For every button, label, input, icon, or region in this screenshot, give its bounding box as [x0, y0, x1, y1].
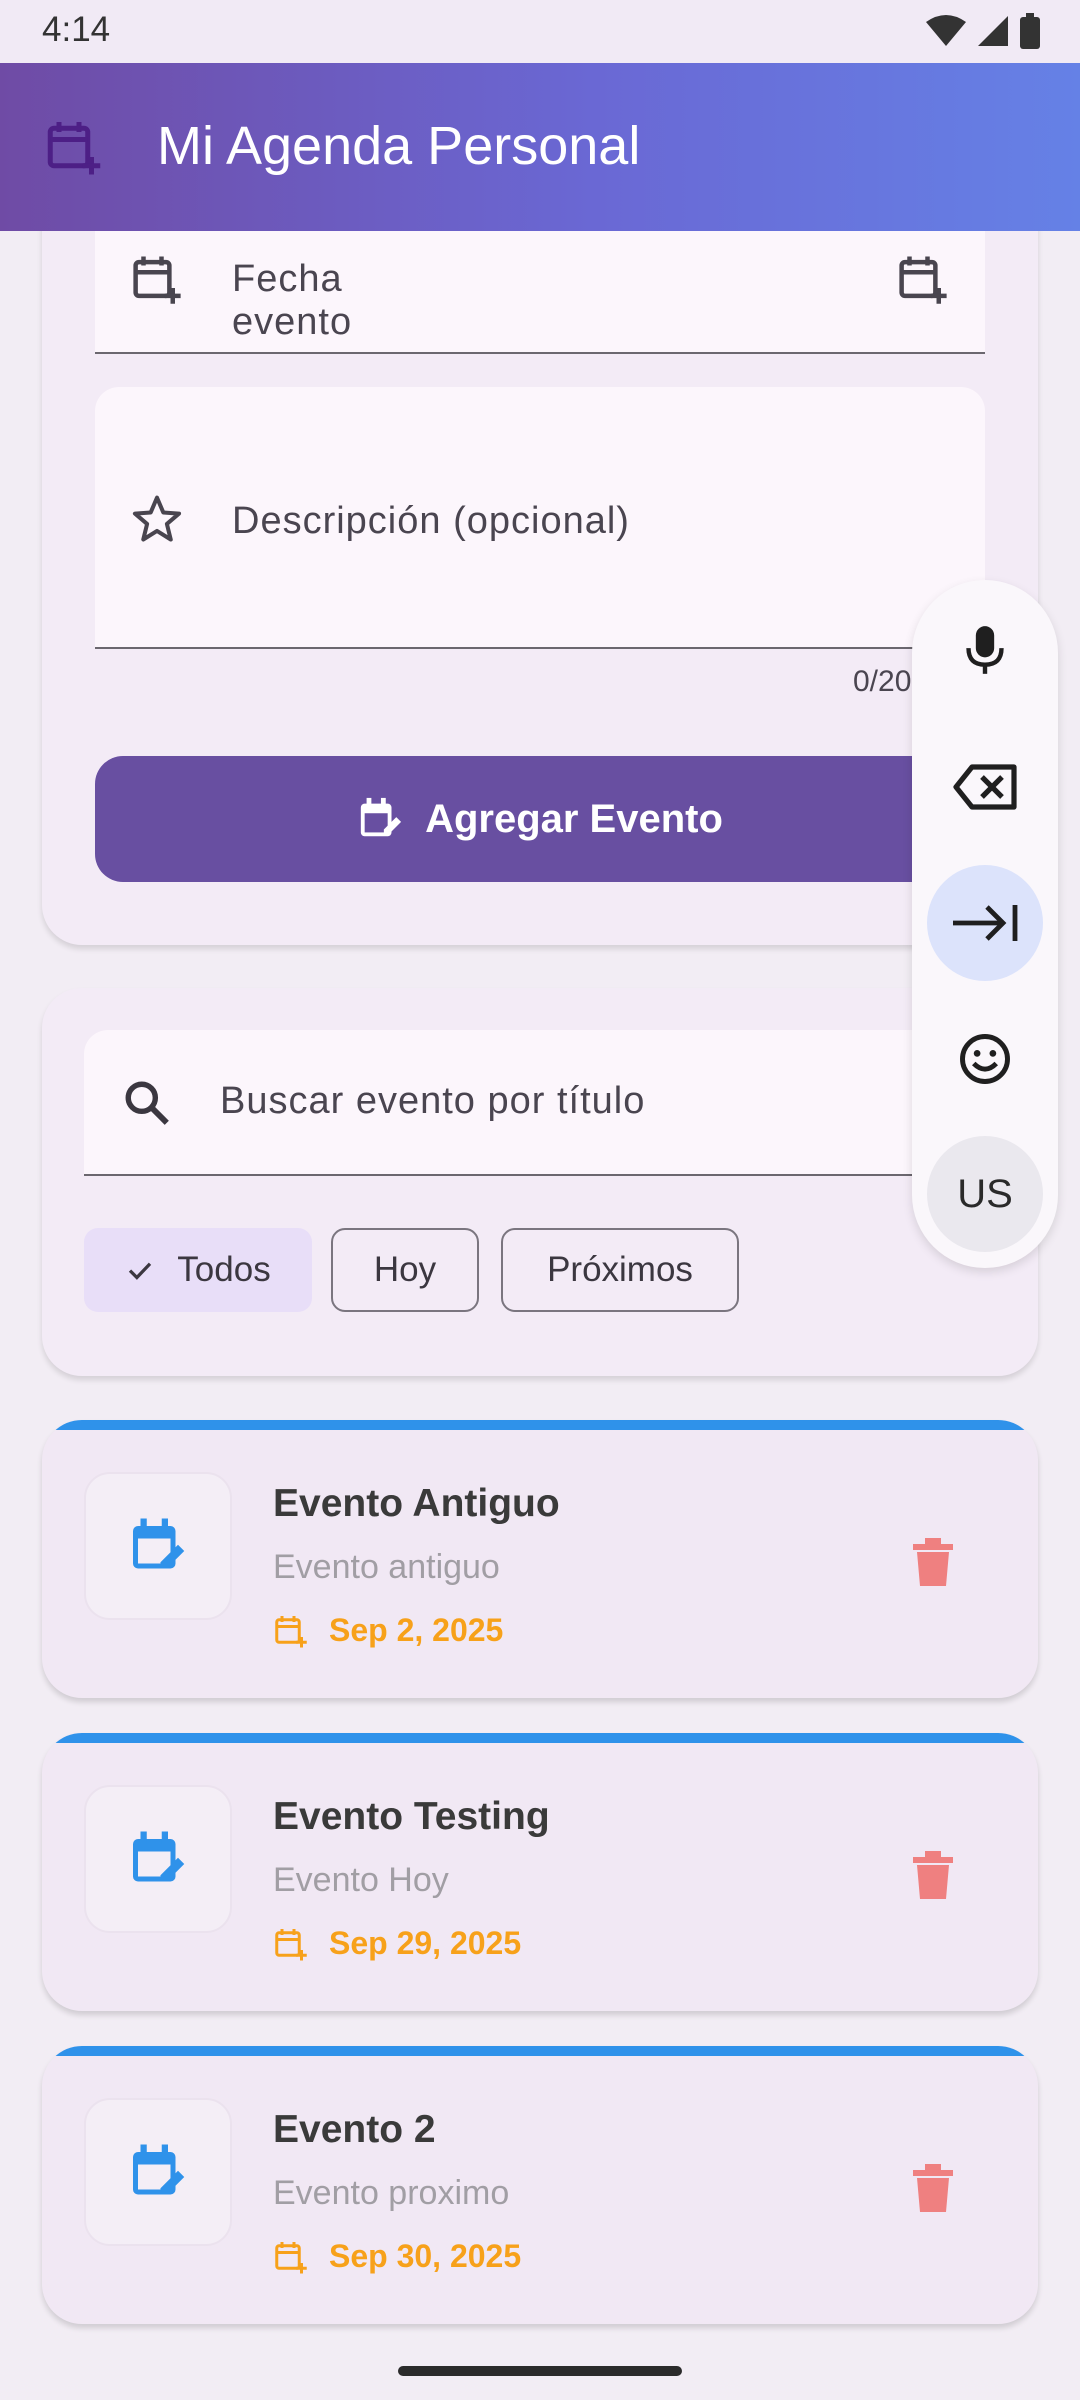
calendar-add-icon [275, 1928, 307, 1960]
filter-chip-label: Próximos [547, 1250, 693, 1289]
signal-icon [978, 16, 1008, 46]
tab-arrow-icon [953, 905, 1018, 941]
event-card[interactable]: Evento Testing Evento Hoy Sep 29, 2025 [42, 1733, 1038, 2011]
screen: 4:14 Mi Agenda Personal Fecha evento Des… [0, 0, 1080, 2400]
language-label: US [957, 1171, 1013, 1216]
event-date: Sep 2, 2025 [329, 1612, 504, 1648]
event-date: Sep 29, 2025 [329, 1925, 522, 1961]
add-event-button-label: Agregar Evento [425, 796, 723, 841]
star-icon [132, 495, 182, 542]
wifi-icon [926, 15, 966, 46]
status-icons [926, 12, 1040, 50]
event-icon-box [84, 2098, 232, 2246]
search-placeholder: Buscar evento por título [220, 1080, 646, 1122]
app-title: Mi Agenda Personal [157, 116, 641, 176]
search-input[interactable]: Buscar evento por título [84, 1030, 996, 1176]
calendar-add-icon [275, 2241, 307, 2273]
app-bar: Mi Agenda Personal [0, 63, 1080, 231]
emoji-icon [960, 1034, 1010, 1084]
event-title: Evento Antiguo [273, 1482, 560, 1525]
microphone-icon [966, 626, 1004, 674]
battery-icon [1020, 13, 1040, 49]
event-date-row: Sep 30, 2025 [273, 2238, 521, 2275]
character-counter: 0/20 [853, 665, 912, 698]
edit-calendar-icon [133, 2144, 185, 2195]
search-icon [125, 1081, 169, 1125]
event-icon-box [84, 1785, 232, 1933]
add-event-button[interactable]: Agregar Evento [95, 756, 985, 882]
filter-chip-label: Hoy [373, 1250, 437, 1289]
emoji-button[interactable] [927, 1001, 1043, 1117]
backspace-button[interactable] [927, 729, 1043, 845]
search-filter-card: Buscar evento por título Todos Hoy Próxi… [42, 988, 1038, 1376]
check-icon [129, 1262, 152, 1280]
event-description: Evento antiguo [273, 1548, 500, 1586]
tab-button[interactable] [927, 865, 1043, 981]
filter-chip-todos[interactable]: Todos [84, 1228, 312, 1312]
filter-chip-label: Todos [177, 1250, 271, 1289]
description-field-label: Descripción (opcional) [232, 500, 630, 542]
edit-calendar-icon [133, 1518, 185, 1569]
event-title: Evento 2 [273, 2108, 436, 2151]
event-date-row: Sep 29, 2025 [273, 1925, 521, 1962]
calendar-add-icon [275, 1615, 307, 1647]
event-title: Evento Testing [273, 1795, 550, 1838]
backspace-icon [953, 764, 1017, 810]
date-field-label: Fecha evento [232, 258, 353, 343]
status-time: 4:14 [42, 10, 111, 49]
event-date: Sep 30, 2025 [329, 2238, 522, 2274]
delete-icon[interactable] [912, 1538, 954, 1586]
home-indicator[interactable] [398, 2366, 682, 2376]
event-description: Evento Hoy [273, 1861, 449, 1899]
filter-chip-proximos[interactable]: Próximos [501, 1228, 739, 1312]
calendar-add-icon [47, 122, 101, 175]
event-description: Evento proximo [273, 2174, 510, 2212]
event-card[interactable]: Evento 2 Evento proximo Sep 30, 2025 [42, 2046, 1038, 2324]
event-date-row: Sep 2, 2025 [273, 1612, 503, 1649]
event-icon-box [84, 1472, 232, 1620]
edit-calendar-icon [133, 1831, 185, 1882]
calendar-add-icon [133, 256, 181, 304]
event-card[interactable]: Evento Antiguo Evento antiguo Sep 2, 202… [42, 1420, 1038, 1698]
edit-calendar-icon [360, 797, 402, 837]
delete-icon[interactable] [912, 2164, 954, 2212]
date-picker-icon[interactable] [896, 252, 950, 306]
filter-chip-hoy[interactable]: Hoy [331, 1228, 479, 1312]
language-button[interactable]: US [927, 1136, 1043, 1252]
voice-input-button[interactable] [927, 592, 1043, 708]
status-bar: 4:14 [0, 0, 1080, 63]
keyboard-floating-toolbar: US [912, 580, 1058, 1268]
delete-icon[interactable] [912, 1851, 954, 1899]
